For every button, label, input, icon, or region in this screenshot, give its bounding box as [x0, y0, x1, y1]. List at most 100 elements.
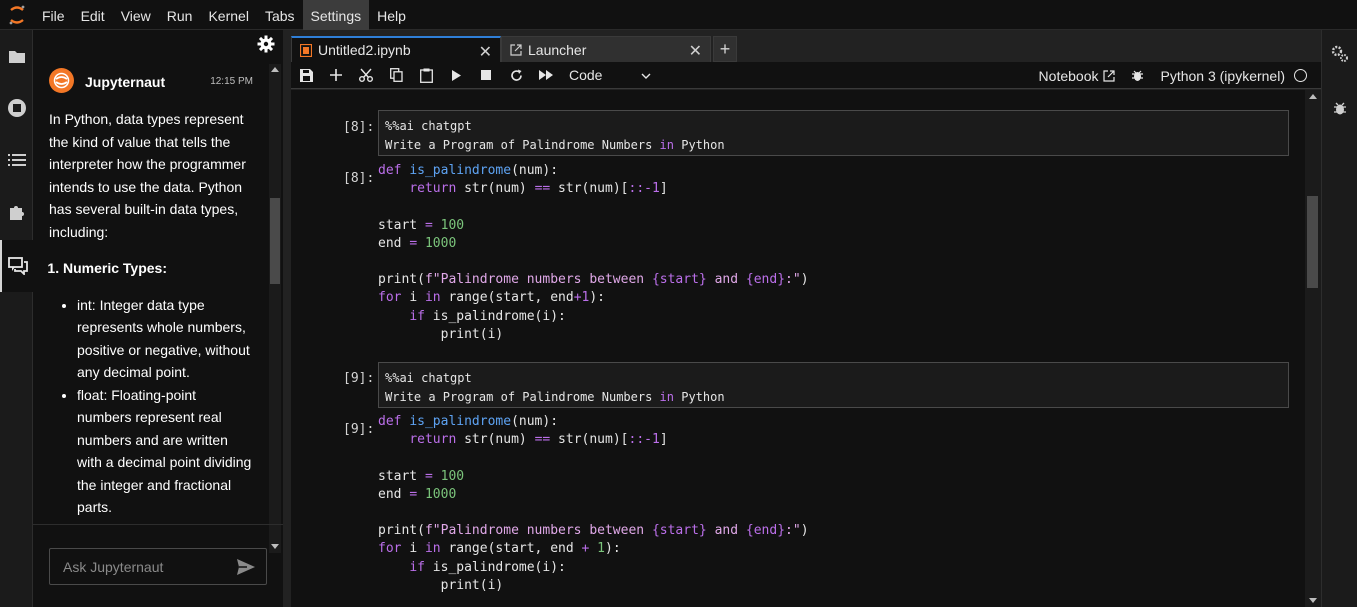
menu-help[interactable]: Help — [369, 0, 414, 30]
chat-input-box — [49, 548, 267, 585]
chat-message-list[interactable]: Jupyternaut 12:15 PM In Python, data typ… — [33, 64, 283, 553]
chat-panel: Jupyternaut 12:15 PM In Python, data typ… — [33, 30, 283, 607]
kernel-name[interactable]: Python 3 (ipykernel) — [1160, 68, 1285, 84]
notebook-scrollbar[interactable] — [1305, 90, 1321, 607]
launcher-icon — [510, 43, 522, 56]
code-line: %%ai chatgpt — [385, 119, 472, 133]
menu-kernel[interactable]: Kernel — [200, 0, 256, 30]
tab-label: Untitled2.ipynb — [318, 42, 411, 58]
message-bullet-list: int: Integer data type represents whole … — [77, 294, 253, 519]
menu-edit[interactable]: Edit — [73, 0, 113, 30]
plus-icon: + — [719, 38, 731, 59]
chat-icon[interactable] — [0, 240, 33, 292]
running-icon[interactable] — [0, 82, 33, 134]
left-sidebar — [0, 30, 33, 607]
notebook-toolbar: Code Notebook Python 3 (ipykernel) — [291, 62, 1321, 89]
insert-cell-button[interactable] — [321, 62, 351, 89]
message-paragraph: In Python, data types represent the kind… — [49, 111, 246, 240]
cell-output-code: def is_palindrome(num): return str(num) … — [378, 163, 809, 342]
open-notebook-link[interactable]: Notebook — [1039, 68, 1099, 84]
tab-bar: Untitled2.ipynb ✕ Launcher ✕ + — [291, 36, 737, 62]
extensions-icon[interactable] — [0, 186, 33, 238]
paste-button[interactable] — [411, 62, 441, 89]
notebook-content[interactable]: [8]: %%ai chatgpt Write a Program of Pal… — [291, 90, 1321, 607]
code-line: Write a Program of Palindrome Numbers in… — [385, 138, 725, 152]
cell-type-select[interactable]: Code — [569, 67, 641, 83]
notebook-icon — [300, 43, 312, 57]
property-inspector-icon[interactable] — [1322, 34, 1357, 74]
menu-tabs[interactable]: Tabs — [257, 0, 303, 30]
chat-settings-button[interactable] — [257, 35, 275, 58]
list-item: float: Floating-point numbers represent … — [77, 384, 253, 519]
close-icon[interactable]: ✕ — [689, 41, 702, 61]
fast-forward-icon — [539, 70, 553, 80]
paste-icon — [419, 68, 433, 83]
scroll-up-arrow-icon[interactable] — [271, 67, 279, 72]
menu-settings[interactable]: Settings — [302, 0, 370, 30]
cell-output-prompt: [9]: — [343, 422, 375, 437]
cell-input-editor[interactable]: %%ai chatgpt Write a Program of Palindro… — [378, 110, 1289, 156]
send-icon — [237, 559, 255, 575]
message-sender: Jupyternaut — [85, 74, 166, 90]
right-sidebar — [1321, 30, 1357, 607]
panel-splitter[interactable] — [283, 30, 291, 607]
cell-output-code: def is_palindrome(num): return str(num) … — [378, 414, 809, 593]
plus-icon — [330, 69, 342, 81]
gear-icon — [257, 35, 275, 53]
cut-button[interactable] — [351, 62, 381, 89]
cell-output-prompt: [8]: — [343, 171, 375, 186]
list-item: int: Integer data type represents whole … — [77, 294, 253, 384]
menu-bar: File Edit View Run Kernel Tabs Settings … — [0, 0, 1357, 30]
refresh-icon — [510, 69, 522, 81]
debugger-icon[interactable] — [1322, 88, 1357, 128]
menu-run[interactable]: Run — [159, 0, 201, 30]
run-button[interactable] — [441, 62, 471, 89]
interrupt-button[interactable] — [471, 62, 501, 89]
avatar — [49, 68, 74, 93]
jupyter-logo-icon — [0, 0, 34, 30]
cell-input-prompt: [8]: — [343, 120, 375, 135]
close-icon[interactable]: ✕ — [479, 42, 492, 62]
copy-button[interactable] — [381, 62, 411, 89]
code-line: %%ai chatgpt — [385, 371, 472, 385]
bug-icon — [1132, 70, 1144, 81]
divider — [33, 524, 283, 525]
menu-file[interactable]: File — [34, 0, 73, 30]
chat-scrollbar[interactable] — [269, 64, 281, 553]
scroll-down-arrow-icon[interactable] — [1309, 598, 1317, 603]
tab-label: Launcher — [528, 41, 587, 58]
toolbar-right: Notebook Python 3 (ipykernel) — [1039, 62, 1307, 89]
copy-icon — [389, 68, 403, 82]
external-link-icon — [1103, 69, 1116, 82]
jupyternaut-logo-icon — [53, 72, 70, 89]
restart-button[interactable] — [501, 62, 531, 89]
tab-untitled2[interactable]: Untitled2.ipynb ✕ — [291, 36, 501, 62]
scroll-up-arrow-icon[interactable] — [1309, 94, 1317, 99]
code-line: Write a Program of Palindrome Numbers in… — [385, 390, 725, 404]
scissors-icon — [359, 68, 373, 82]
tab-launcher[interactable]: Launcher ✕ — [501, 36, 711, 62]
chat-input[interactable] — [50, 549, 230, 584]
message-time: 12:15 PM — [210, 76, 253, 87]
play-icon — [452, 69, 461, 81]
cell-input-prompt: [9]: — [343, 371, 375, 386]
kernel-status-icon — [1294, 69, 1307, 82]
notebook-scrollbar-thumb[interactable] — [1307, 196, 1318, 288]
restart-run-all-button[interactable] — [531, 62, 561, 89]
send-button[interactable] — [236, 557, 256, 577]
stop-icon — [481, 70, 491, 80]
menu-view[interactable]: View — [113, 0, 159, 30]
save-icon — [299, 68, 313, 82]
add-tab-button[interactable]: + — [713, 36, 737, 62]
cell-input-editor[interactable]: %%ai chatgpt Write a Program of Palindro… — [378, 362, 1289, 408]
chat-scrollbar-thumb[interactable] — [270, 198, 280, 284]
folder-icon[interactable] — [0, 30, 33, 82]
chevron-down-icon[interactable] — [641, 66, 653, 84]
message-body: In Python, data types represent the kind… — [49, 108, 253, 519]
list-item: Numeric Types: — [63, 257, 253, 280]
message-numbered-list: Numeric Types: — [63, 257, 253, 280]
toc-icon[interactable] — [0, 134, 33, 186]
save-button[interactable] — [291, 62, 321, 89]
scroll-down-arrow-icon[interactable] — [271, 544, 279, 549]
main-area: Untitled2.ipynb ✕ Launcher ✕ + Code Note… — [291, 30, 1321, 607]
